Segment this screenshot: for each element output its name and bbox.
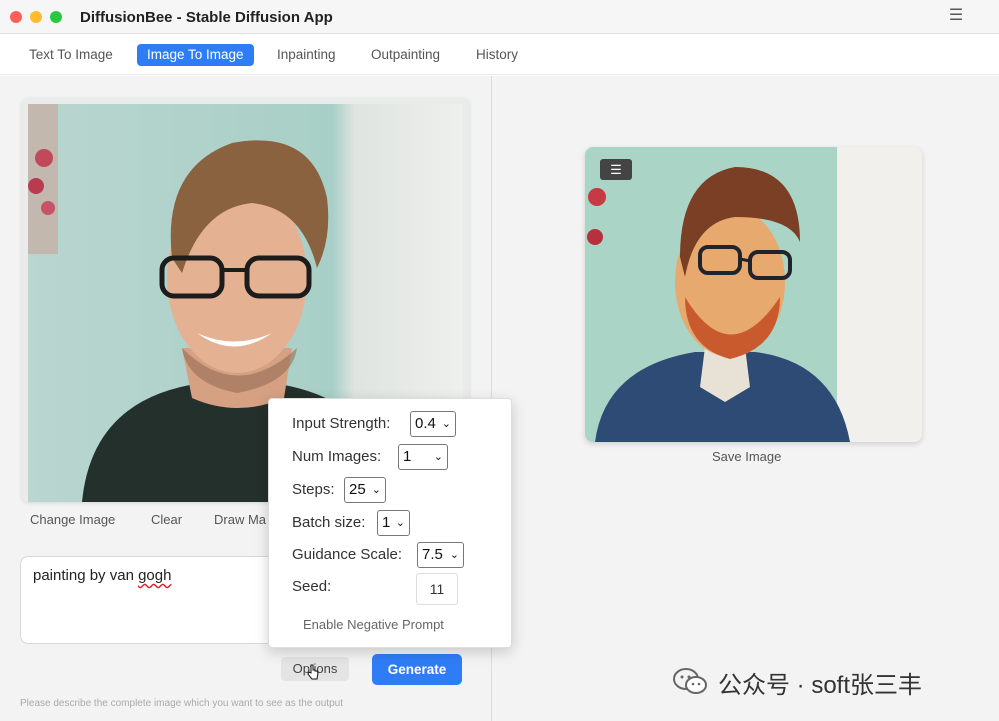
enable-negative-prompt-toggle[interactable]: Enable Negative Prompt xyxy=(303,617,444,632)
generate-button[interactable]: Generate xyxy=(372,654,462,685)
steps-label: Steps: xyxy=(292,481,335,498)
chevron-down-icon: ⌄ xyxy=(371,484,381,496)
wechat-icon xyxy=(673,668,707,694)
guidance-scale-select[interactable]: 7.5 ⌄ xyxy=(417,542,464,568)
watermark-text: 公众号 · soft张三丰 xyxy=(718,671,923,699)
batch-size-label: Batch size: xyxy=(292,514,366,531)
output-pane: ☰ Save Image xyxy=(492,76,999,721)
prompt-hint: Please describe the complete image which… xyxy=(20,698,343,709)
prompt-misspelled-word: gogh xyxy=(138,567,172,584)
output-painting xyxy=(585,147,922,442)
batch-size-select[interactable]: 1 ⌄ xyxy=(377,510,410,536)
options-popover: Input Strength: 0.4 ⌄ Num Images: 1 ⌄ St… xyxy=(268,398,512,648)
zoom-window-button[interactable] xyxy=(50,11,62,23)
window-title: DiffusionBee - Stable Diffusion App xyxy=(80,9,333,26)
steps-value: 25 xyxy=(349,481,366,498)
input-strength-value: 0.4 xyxy=(415,415,436,432)
tab-bar: Text To Image Image To Image Inpainting … xyxy=(0,35,999,75)
hamburger-menu-icon[interactable]: ☰ xyxy=(948,8,964,24)
prompt-text: painting by van xyxy=(33,567,139,584)
input-strength-label: Input Strength: xyxy=(292,415,391,432)
chevron-down-icon: ⌄ xyxy=(433,451,443,463)
input-strength-select[interactable]: 0.4 ⌄ xyxy=(410,411,456,437)
num-images-label: Num Images: xyxy=(292,448,382,465)
num-images-value: 1 xyxy=(403,448,412,465)
minimize-window-button[interactable] xyxy=(30,11,42,23)
clear-image-button[interactable]: Clear xyxy=(151,512,182,527)
batch-size-value: 1 xyxy=(382,514,391,531)
tab-outpainting[interactable]: Outpainting xyxy=(361,44,450,66)
output-image[interactable]: ☰ xyxy=(585,147,922,442)
seed-input[interactable]: 11 xyxy=(416,573,458,605)
guidance-scale-value: 7.5 xyxy=(422,546,443,563)
tab-inpainting[interactable]: Inpainting xyxy=(267,44,346,66)
close-window-button[interactable] xyxy=(10,11,22,23)
prompt-input[interactable]: painting by van gogh xyxy=(20,556,300,644)
seed-label: Seed: xyxy=(292,578,332,595)
change-image-button[interactable]: Change Image xyxy=(30,512,115,527)
output-menu-button[interactable]: ☰ xyxy=(600,159,632,180)
chevron-down-icon: ⌄ xyxy=(441,418,451,430)
title-bar: DiffusionBee - Stable Diffusion App ☰ xyxy=(0,0,999,34)
guidance-scale-label: Guidance Scale: xyxy=(292,546,403,563)
chevron-down-icon: ⌄ xyxy=(449,549,459,561)
tab-image-to-image[interactable]: Image To Image xyxy=(137,44,254,66)
draw-mask-button[interactable]: Draw Ma xyxy=(214,512,266,527)
pointer-cursor-icon xyxy=(307,664,319,680)
tab-history[interactable]: History xyxy=(466,44,528,66)
tab-text-to-image[interactable]: Text To Image xyxy=(19,44,123,66)
num-images-select[interactable]: 1 ⌄ xyxy=(398,444,448,470)
save-image-button[interactable]: Save Image xyxy=(712,449,781,464)
chevron-down-icon: ⌄ xyxy=(395,517,405,529)
steps-select[interactable]: 25 ⌄ xyxy=(344,477,386,503)
watermark: 公众号 · soft张三丰 xyxy=(672,665,922,699)
